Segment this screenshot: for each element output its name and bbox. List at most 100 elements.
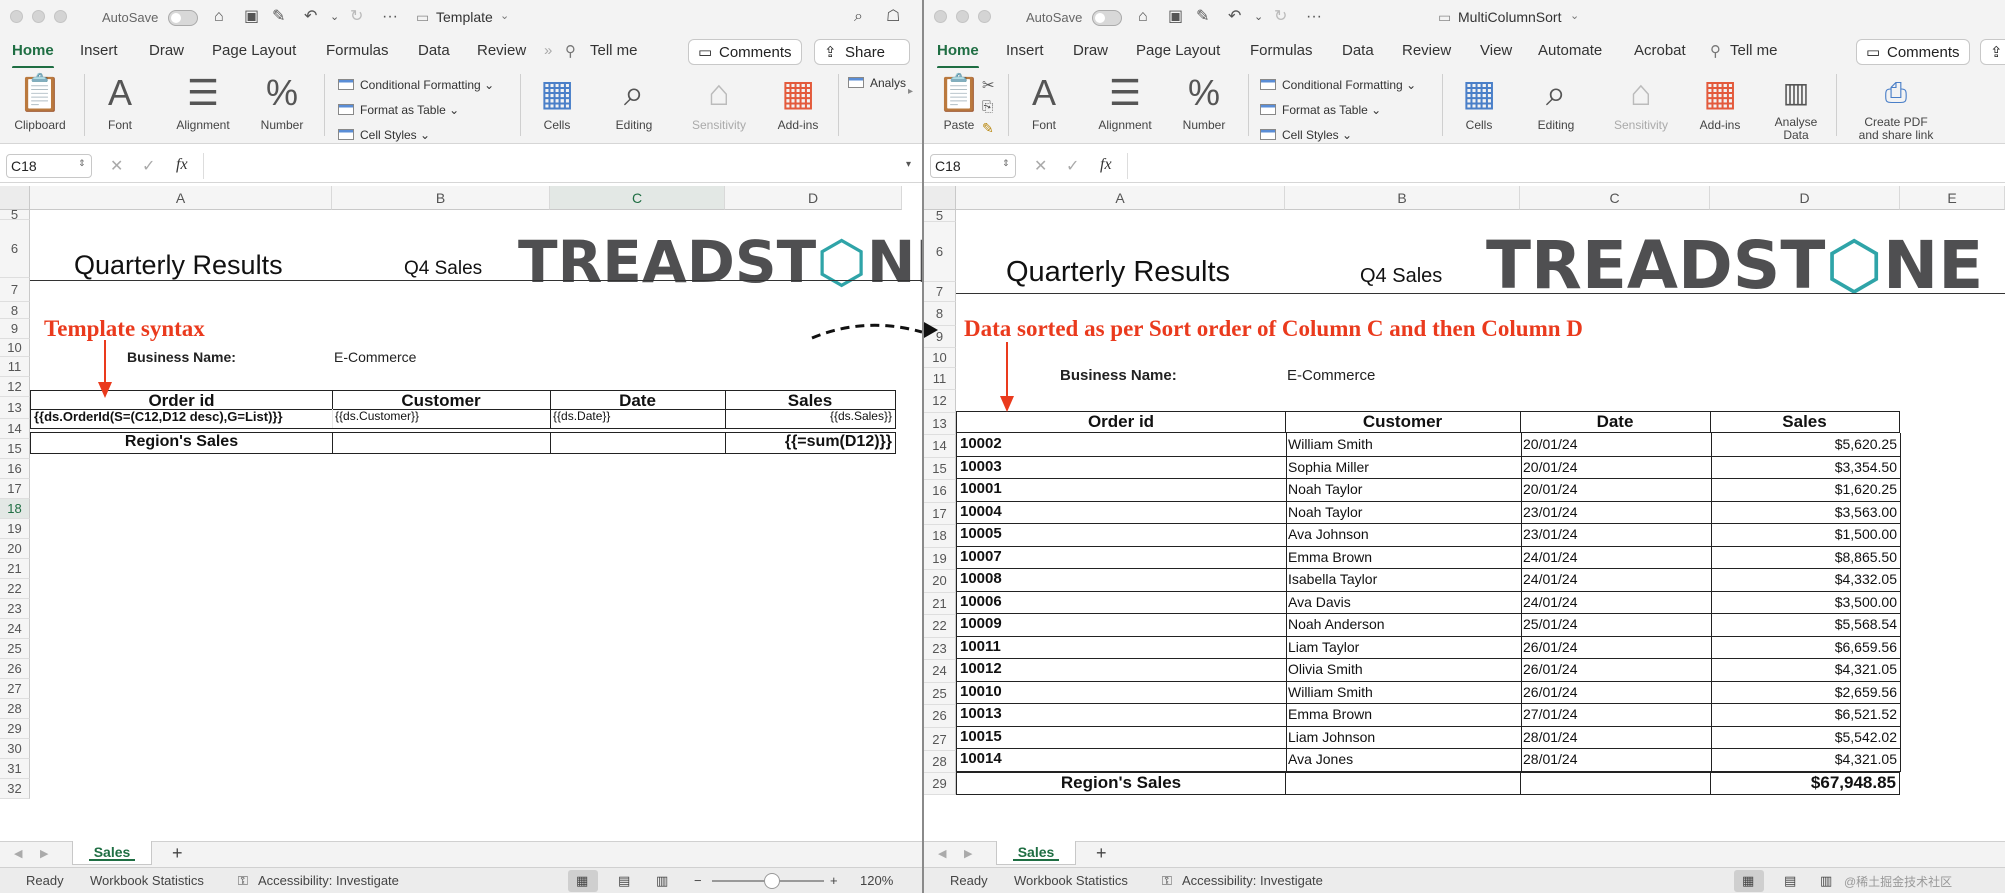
row-header[interactable]: 10 bbox=[924, 348, 956, 368]
add-sheet-button[interactable]: + bbox=[1096, 843, 1107, 864]
number-group[interactable]: % Number bbox=[252, 72, 312, 132]
date-cell[interactable]: 23/01/24 bbox=[1520, 500, 1712, 524]
column-header-a[interactable]: A bbox=[956, 186, 1285, 210]
customer-cell[interactable]: Noah Taylor bbox=[1285, 500, 1522, 524]
date-cell[interactable]: 24/01/24 bbox=[1520, 568, 1712, 592]
row-header[interactable]: 13 bbox=[0, 397, 30, 419]
customer-cell[interactable]: Emma Brown bbox=[1285, 545, 1522, 569]
customer-cell[interactable]: Liam Taylor bbox=[1285, 635, 1522, 659]
row-header[interactable]: 27 bbox=[0, 679, 30, 699]
workbook-statistics-button[interactable]: Workbook Statistics bbox=[90, 873, 204, 888]
row-header[interactable]: 10 bbox=[0, 339, 30, 357]
cancel-icon[interactable]: ✕ bbox=[1034, 156, 1047, 176]
add-ins-group[interactable]: ▦ Add-ins bbox=[1692, 72, 1748, 132]
total-sales-cell[interactable]: $67,948.85 bbox=[1710, 771, 1900, 795]
tab-formulas[interactable]: Formulas bbox=[1250, 42, 1313, 59]
row-header[interactable]: 15 bbox=[0, 439, 30, 459]
sales-cell[interactable]: $5,542.02 bbox=[1710, 725, 1901, 749]
customer-cell[interactable]: William Smith bbox=[1285, 680, 1522, 704]
order-id-cell[interactable]: 10011 bbox=[956, 635, 1287, 659]
template-order-id-cell[interactable]: {{ds.OrderId(S=(C12,D12 desc),G=List)}} bbox=[30, 409, 333, 429]
share-button[interactable]: ⇪Share ⌄ bbox=[814, 39, 910, 79]
order-id-cell[interactable]: 10004 bbox=[956, 500, 1287, 524]
row-header[interactable]: 6 bbox=[0, 220, 30, 278]
row-header[interactable]: 5 bbox=[924, 209, 956, 222]
analyse-data-button[interactable]: Analys bbox=[848, 76, 906, 90]
customer-cell[interactable]: Noah Taylor bbox=[1285, 478, 1522, 502]
order-id-cell[interactable]: 10014 bbox=[956, 748, 1287, 772]
header-order-id[interactable]: Order id bbox=[30, 390, 333, 410]
order-id-cell[interactable]: 10003 bbox=[956, 455, 1287, 479]
collaborate-icon[interactable]: ☖ bbox=[886, 7, 900, 27]
customer-cell[interactable]: Ava Davis bbox=[1285, 590, 1522, 614]
sales-cell[interactable]: $1,620.25 bbox=[1710, 478, 1901, 502]
total-customer-cell[interactable] bbox=[332, 432, 551, 454]
row-header[interactable]: 22 bbox=[0, 579, 30, 599]
cancel-icon[interactable]: ✕ bbox=[110, 156, 123, 176]
number-group[interactable]: % Number bbox=[1174, 72, 1234, 132]
row-header[interactable]: 29 bbox=[0, 719, 30, 739]
zoom-window-button[interactable] bbox=[978, 10, 991, 23]
save-icon[interactable]: ▣ bbox=[244, 7, 259, 27]
row-header[interactable]: 9 bbox=[0, 319, 30, 339]
row-header[interactable]: 20 bbox=[0, 539, 30, 559]
minimize-window-button[interactable] bbox=[32, 10, 45, 23]
add-sheet-button[interactable]: + bbox=[172, 843, 183, 864]
next-sheet-icon[interactable]: ▶ bbox=[40, 847, 48, 860]
column-header-b[interactable]: B bbox=[332, 186, 550, 210]
order-id-cell[interactable]: 10010 bbox=[956, 680, 1287, 704]
formula-input[interactable] bbox=[1134, 153, 1994, 179]
conditional-formatting-button[interactable]: Conditional Formatting ⌄ bbox=[1260, 78, 1416, 92]
customer-cell[interactable]: Isabella Taylor bbox=[1285, 568, 1522, 592]
cut-icon[interactable]: ✂ bbox=[982, 76, 995, 94]
column-header-d[interactable]: D bbox=[1710, 186, 1900, 210]
customer-cell[interactable]: Ava Johnson bbox=[1285, 523, 1522, 547]
customer-cell[interactable]: Ava Jones bbox=[1285, 748, 1522, 772]
date-cell[interactable]: 20/01/24 bbox=[1520, 478, 1712, 502]
comments-button[interactable]: ▭ Comments bbox=[1856, 39, 1970, 65]
header-date[interactable]: Date bbox=[1520, 411, 1711, 433]
sales-cell[interactable]: $6,521.52 bbox=[1710, 703, 1901, 727]
more-commands-icon[interactable]: ··· bbox=[382, 7, 398, 27]
sales-cell[interactable]: $2,659.56 bbox=[1710, 680, 1901, 704]
row-header[interactable]: 27 bbox=[924, 727, 956, 751]
row-header[interactable]: 11 bbox=[924, 368, 956, 390]
alignment-group[interactable]: ☰ Alignment bbox=[168, 72, 238, 132]
title-chevron-icon[interactable]: ⌄ bbox=[500, 9, 509, 22]
autosave-toggle[interactable] bbox=[168, 10, 198, 26]
editing-group[interactable]: ⌕ Editing bbox=[604, 72, 664, 132]
close-window-button[interactable] bbox=[934, 10, 947, 23]
tab-home[interactable]: Home bbox=[937, 42, 979, 69]
order-id-cell[interactable]: 10002 bbox=[956, 433, 1287, 457]
confirm-icon[interactable]: ✓ bbox=[1066, 156, 1079, 176]
row-header[interactable]: 24 bbox=[0, 619, 30, 639]
font-group[interactable]: A Font bbox=[1018, 72, 1070, 132]
cells-group[interactable]: ▦ Cells bbox=[1452, 72, 1506, 132]
row-header[interactable]: 7 bbox=[0, 278, 30, 302]
sensitivity-group[interactable]: ⌂ Sensitivity bbox=[1606, 72, 1676, 132]
row-header[interactable]: 20 bbox=[924, 570, 956, 593]
workbook-statistics-button[interactable]: Workbook Statistics bbox=[1014, 873, 1128, 888]
row-header[interactable]: 17 bbox=[0, 479, 30, 499]
tab-review[interactable]: Review bbox=[1402, 42, 1451, 59]
header-customer[interactable]: Customer bbox=[1285, 411, 1521, 433]
redo-icon[interactable]: ↻ bbox=[1274, 7, 1287, 27]
name-box-stepper-icon[interactable]: ⇕ bbox=[1002, 158, 1010, 169]
undo-dropdown-icon[interactable]: ⌄ bbox=[1254, 7, 1263, 27]
row-header[interactable]: 25 bbox=[924, 682, 956, 705]
format-painter-icon[interactable]: ✎ bbox=[982, 120, 994, 137]
document-title[interactable]: MultiColumnSort bbox=[1458, 9, 1561, 25]
sales-cell[interactable]: $4,321.05 bbox=[1710, 658, 1901, 682]
row-header[interactable]: 19 bbox=[924, 547, 956, 570]
customer-cell[interactable]: Sophia Miller bbox=[1285, 455, 1522, 479]
header-order-id[interactable]: Order id bbox=[956, 411, 1286, 433]
comments-button[interactable]: ▭ Comments bbox=[688, 39, 802, 65]
accessibility-button[interactable]: Accessibility: Investigate bbox=[258, 873, 399, 888]
sales-cell[interactable]: $6,659.56 bbox=[1710, 635, 1901, 659]
insert-function-icon[interactable]: fx bbox=[176, 156, 188, 174]
date-cell[interactable]: 26/01/24 bbox=[1520, 658, 1712, 682]
sales-cell[interactable]: $5,568.54 bbox=[1710, 613, 1901, 637]
sales-cell[interactable]: $5,620.25 bbox=[1710, 433, 1901, 457]
total-date-cell[interactable] bbox=[1520, 771, 1711, 795]
undo-icon[interactable]: ↶ bbox=[1228, 7, 1241, 27]
